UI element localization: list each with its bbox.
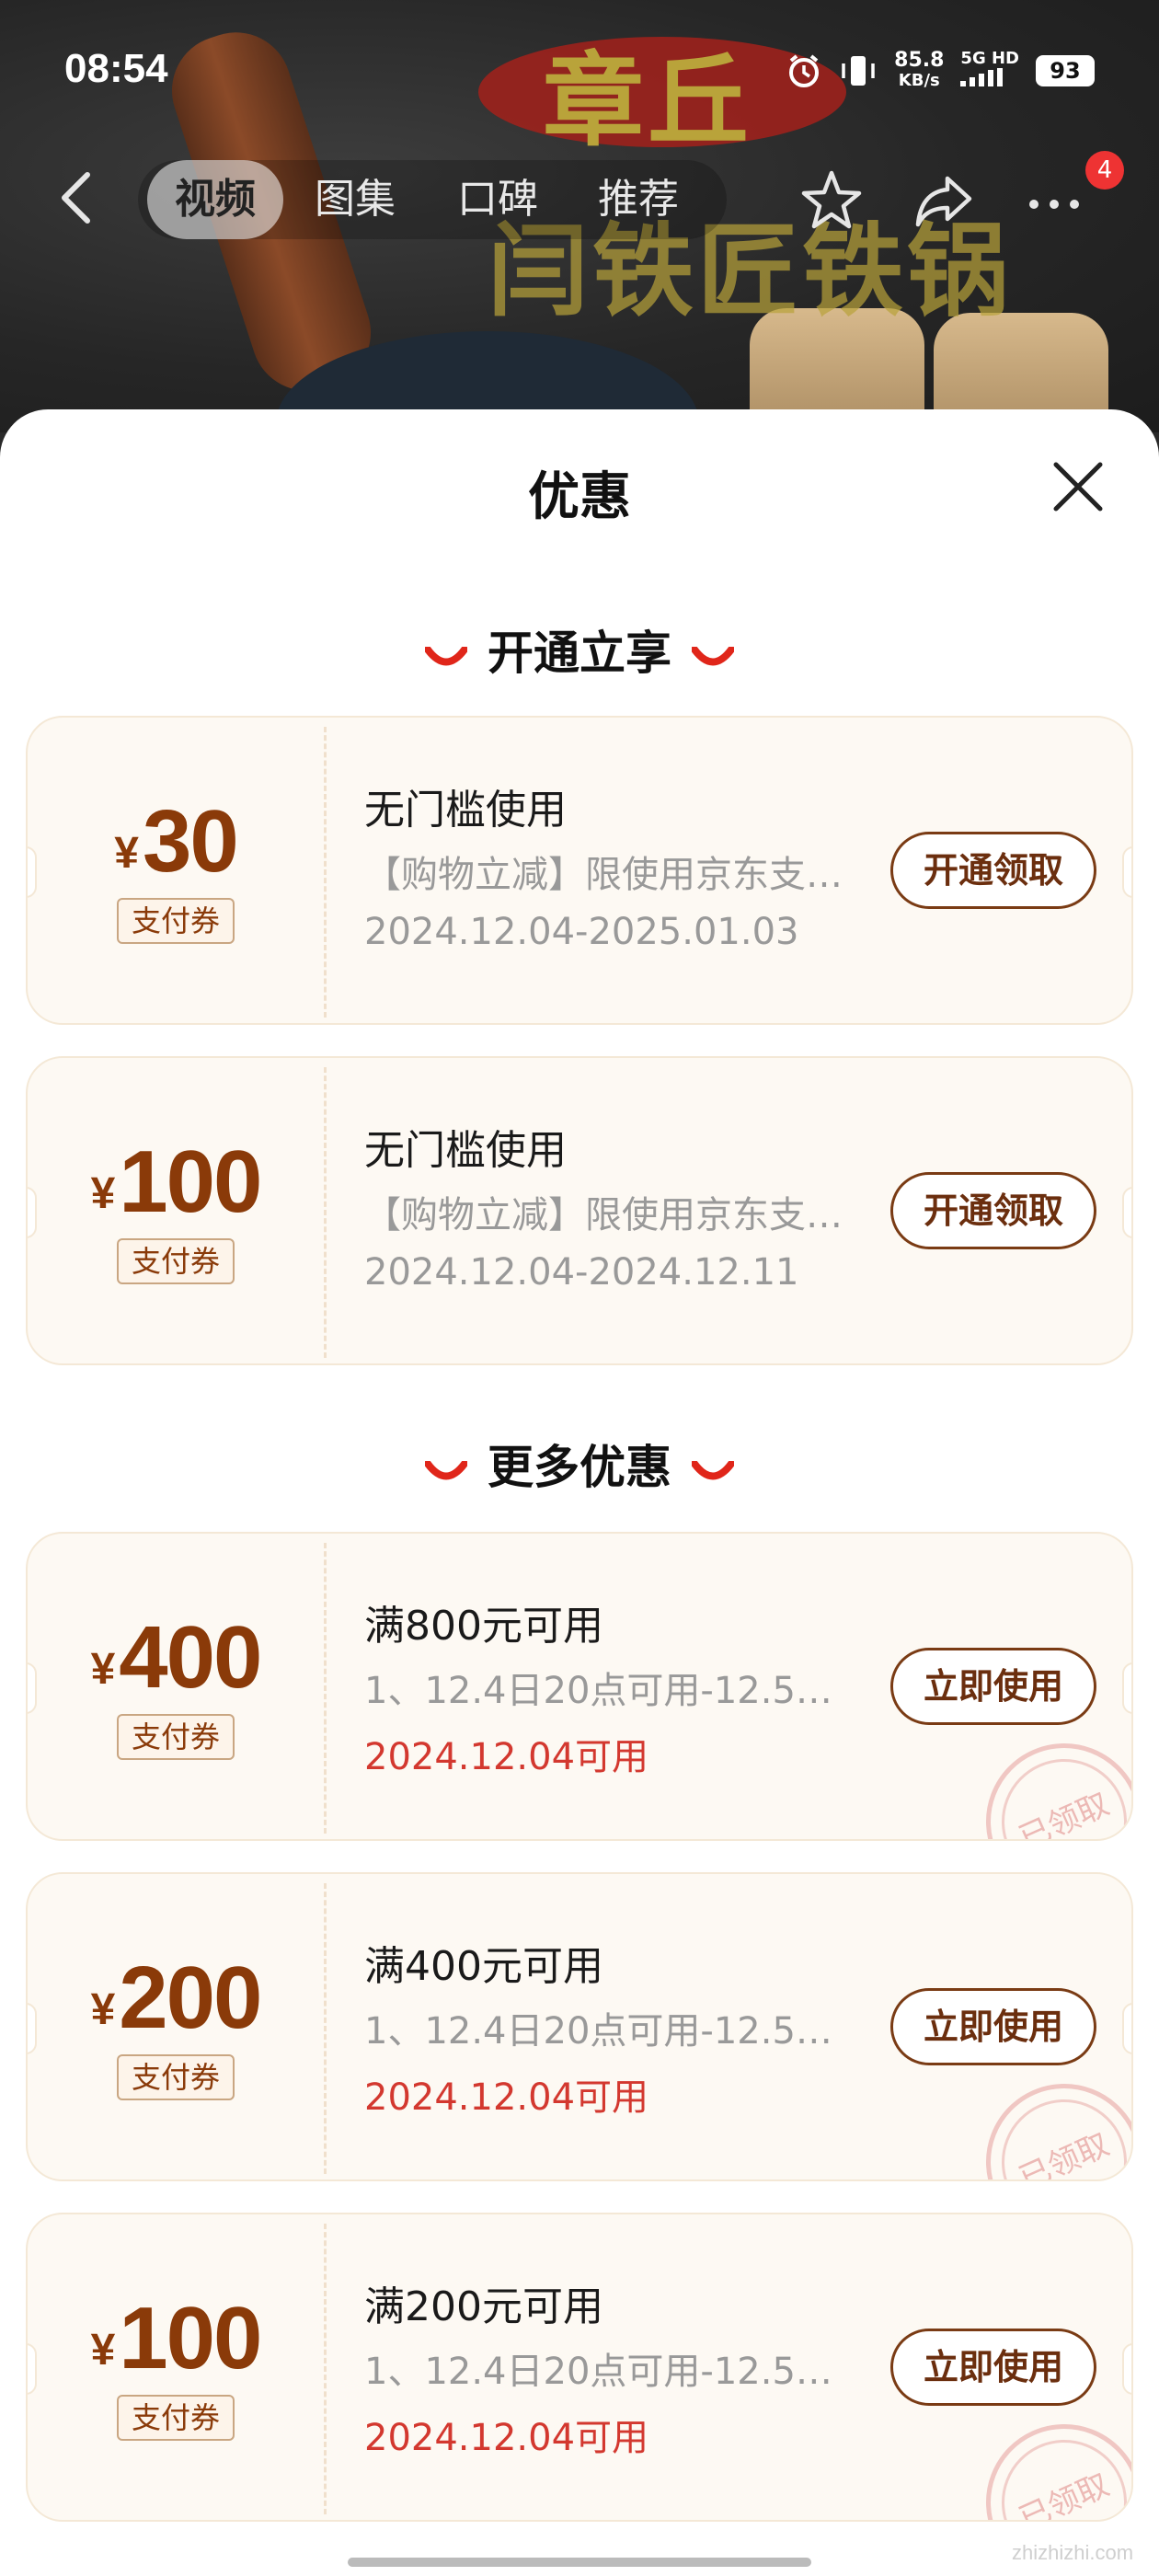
home-indicator[interactable] bbox=[348, 2558, 811, 2567]
notification-badge: 4 bbox=[1085, 151, 1124, 190]
coupon-type-tag: 支付券 bbox=[117, 1238, 235, 1284]
clock: 08:54 bbox=[64, 46, 168, 91]
activate-claim-button[interactable]: 开通领取 bbox=[890, 1172, 1096, 1249]
coupon-description: 1、12.4日20点可用-12.5日… bbox=[364, 2010, 843, 2053]
tab-reviews[interactable]: 口碑 bbox=[457, 160, 538, 239]
coupon-type-tag: 支付券 bbox=[117, 1714, 235, 1760]
coupon-title: 满400元可用 bbox=[364, 1943, 603, 1990]
sheet-title: 优惠 bbox=[528, 467, 631, 527]
network-indicator: 5G HD bbox=[960, 50, 1019, 91]
activate-claim-button[interactable]: 开通领取 bbox=[890, 832, 1096, 909]
alarm-icon bbox=[789, 53, 820, 87]
coupon-validity: 2024.12.04可用 bbox=[364, 1736, 649, 1778]
coupon-validity: 2024.12.04可用 bbox=[364, 2417, 649, 2459]
share-icon[interactable] bbox=[911, 167, 977, 234]
battery-indicator: 93 bbox=[1036, 54, 1095, 86]
section-title-more-offers: 更多优惠 bbox=[0, 1431, 1159, 1497]
tab-video[interactable]: 视频 bbox=[147, 160, 283, 239]
tab-gallery[interactable]: 图集 bbox=[315, 160, 396, 239]
coupon-amount: ¥100 bbox=[90, 2289, 263, 2387]
favorite-star-icon[interactable] bbox=[798, 167, 865, 234]
coupon-card: ¥200 支付券 满400元可用 1、12.4日20点可用-12.5日… 202… bbox=[26, 1872, 1133, 2181]
site-watermark: zhizhizhi.com bbox=[1012, 2541, 1134, 2564]
coupon-card: ¥400 支付券 满800元可用 1、12.4日20点可用-12.5日… 202… bbox=[26, 1532, 1133, 1841]
back-icon[interactable] bbox=[51, 166, 106, 230]
claimed-stamp: 已领取 bbox=[960, 2058, 1131, 2179]
coupon-title: 无门槛使用 bbox=[364, 1127, 567, 1174]
smile-decoration-icon bbox=[692, 1460, 734, 1479]
coupon-description: 1、12.4日20点可用-12.5日… bbox=[364, 2351, 843, 2393]
vibrate-icon bbox=[842, 55, 875, 86]
smile-decoration-icon bbox=[692, 646, 734, 665]
status-bar: 08:54 85.8 KB/s 5G HD 93 bbox=[0, 0, 1159, 138]
use-now-button[interactable]: 立即使用 bbox=[890, 1988, 1096, 2065]
smile-decoration-icon bbox=[425, 1460, 467, 1479]
coupon-title: 满200元可用 bbox=[364, 2283, 603, 2330]
coupon-amount: ¥30 bbox=[114, 792, 238, 891]
close-icon[interactable] bbox=[1049, 457, 1107, 516]
coupon-amount: ¥100 bbox=[90, 1133, 263, 1231]
use-now-button[interactable]: 立即使用 bbox=[890, 2329, 1096, 2406]
signal-icon bbox=[960, 68, 1004, 86]
coupon-validity: 2024.12.04-2024.12.11 bbox=[364, 1251, 799, 1294]
coupon-type-tag: 支付券 bbox=[117, 2395, 235, 2441]
coupon-title: 满800元可用 bbox=[364, 1603, 603, 1650]
claimed-stamp: 已领取 bbox=[960, 2398, 1131, 2520]
coupon-amount: ¥400 bbox=[90, 1608, 263, 1707]
coupon-title: 无门槛使用 bbox=[364, 787, 567, 834]
coupon-amount: ¥200 bbox=[90, 1949, 263, 2047]
coupon-validity: 2024.12.04可用 bbox=[364, 2076, 649, 2119]
tab-recommend[interactable]: 推荐 bbox=[598, 160, 679, 239]
section-title-member: 开通立享 bbox=[0, 616, 1159, 683]
coupon-type-tag: 支付券 bbox=[117, 2054, 235, 2100]
coupon-description: 1、12.4日20点可用-12.5日… bbox=[364, 1670, 843, 1712]
coupon-type-tag: 支付券 bbox=[117, 898, 235, 944]
coupon-card: ¥100 支付券 无门槛使用 【购物立减】限使用京东支付… 2024.12.04… bbox=[26, 1056, 1133, 1365]
coupon-card: ¥30 支付券 无门槛使用 【购物立减】限使用京东支付… 2024.12.04-… bbox=[26, 716, 1133, 1025]
claimed-stamp: 已领取 bbox=[960, 1718, 1131, 1839]
smile-decoration-icon bbox=[425, 646, 467, 665]
coupon-card: ¥100 支付券 满200元可用 1、12.4日20点可用-12.5日… 202… bbox=[26, 2213, 1133, 2522]
use-now-button[interactable]: 立即使用 bbox=[890, 1648, 1096, 1725]
coupon-description: 【购物立减】限使用京东支付… bbox=[364, 854, 843, 896]
net-speed: 85.8 KB/s bbox=[894, 48, 945, 90]
video-top-nav: 视频 图集 口碑 推荐 4 bbox=[0, 147, 1159, 248]
more-icon[interactable] bbox=[1021, 167, 1087, 234]
coupon-description: 【购物立减】限使用京东支付… bbox=[364, 1194, 843, 1236]
coupon-sheet: 优惠 开通立享 ¥30 支付券 无门槛使用 【购物立减】限使用京东支付… 202… bbox=[0, 409, 1159, 2576]
coupon-validity: 2024.12.04-2025.01.03 bbox=[364, 911, 799, 953]
